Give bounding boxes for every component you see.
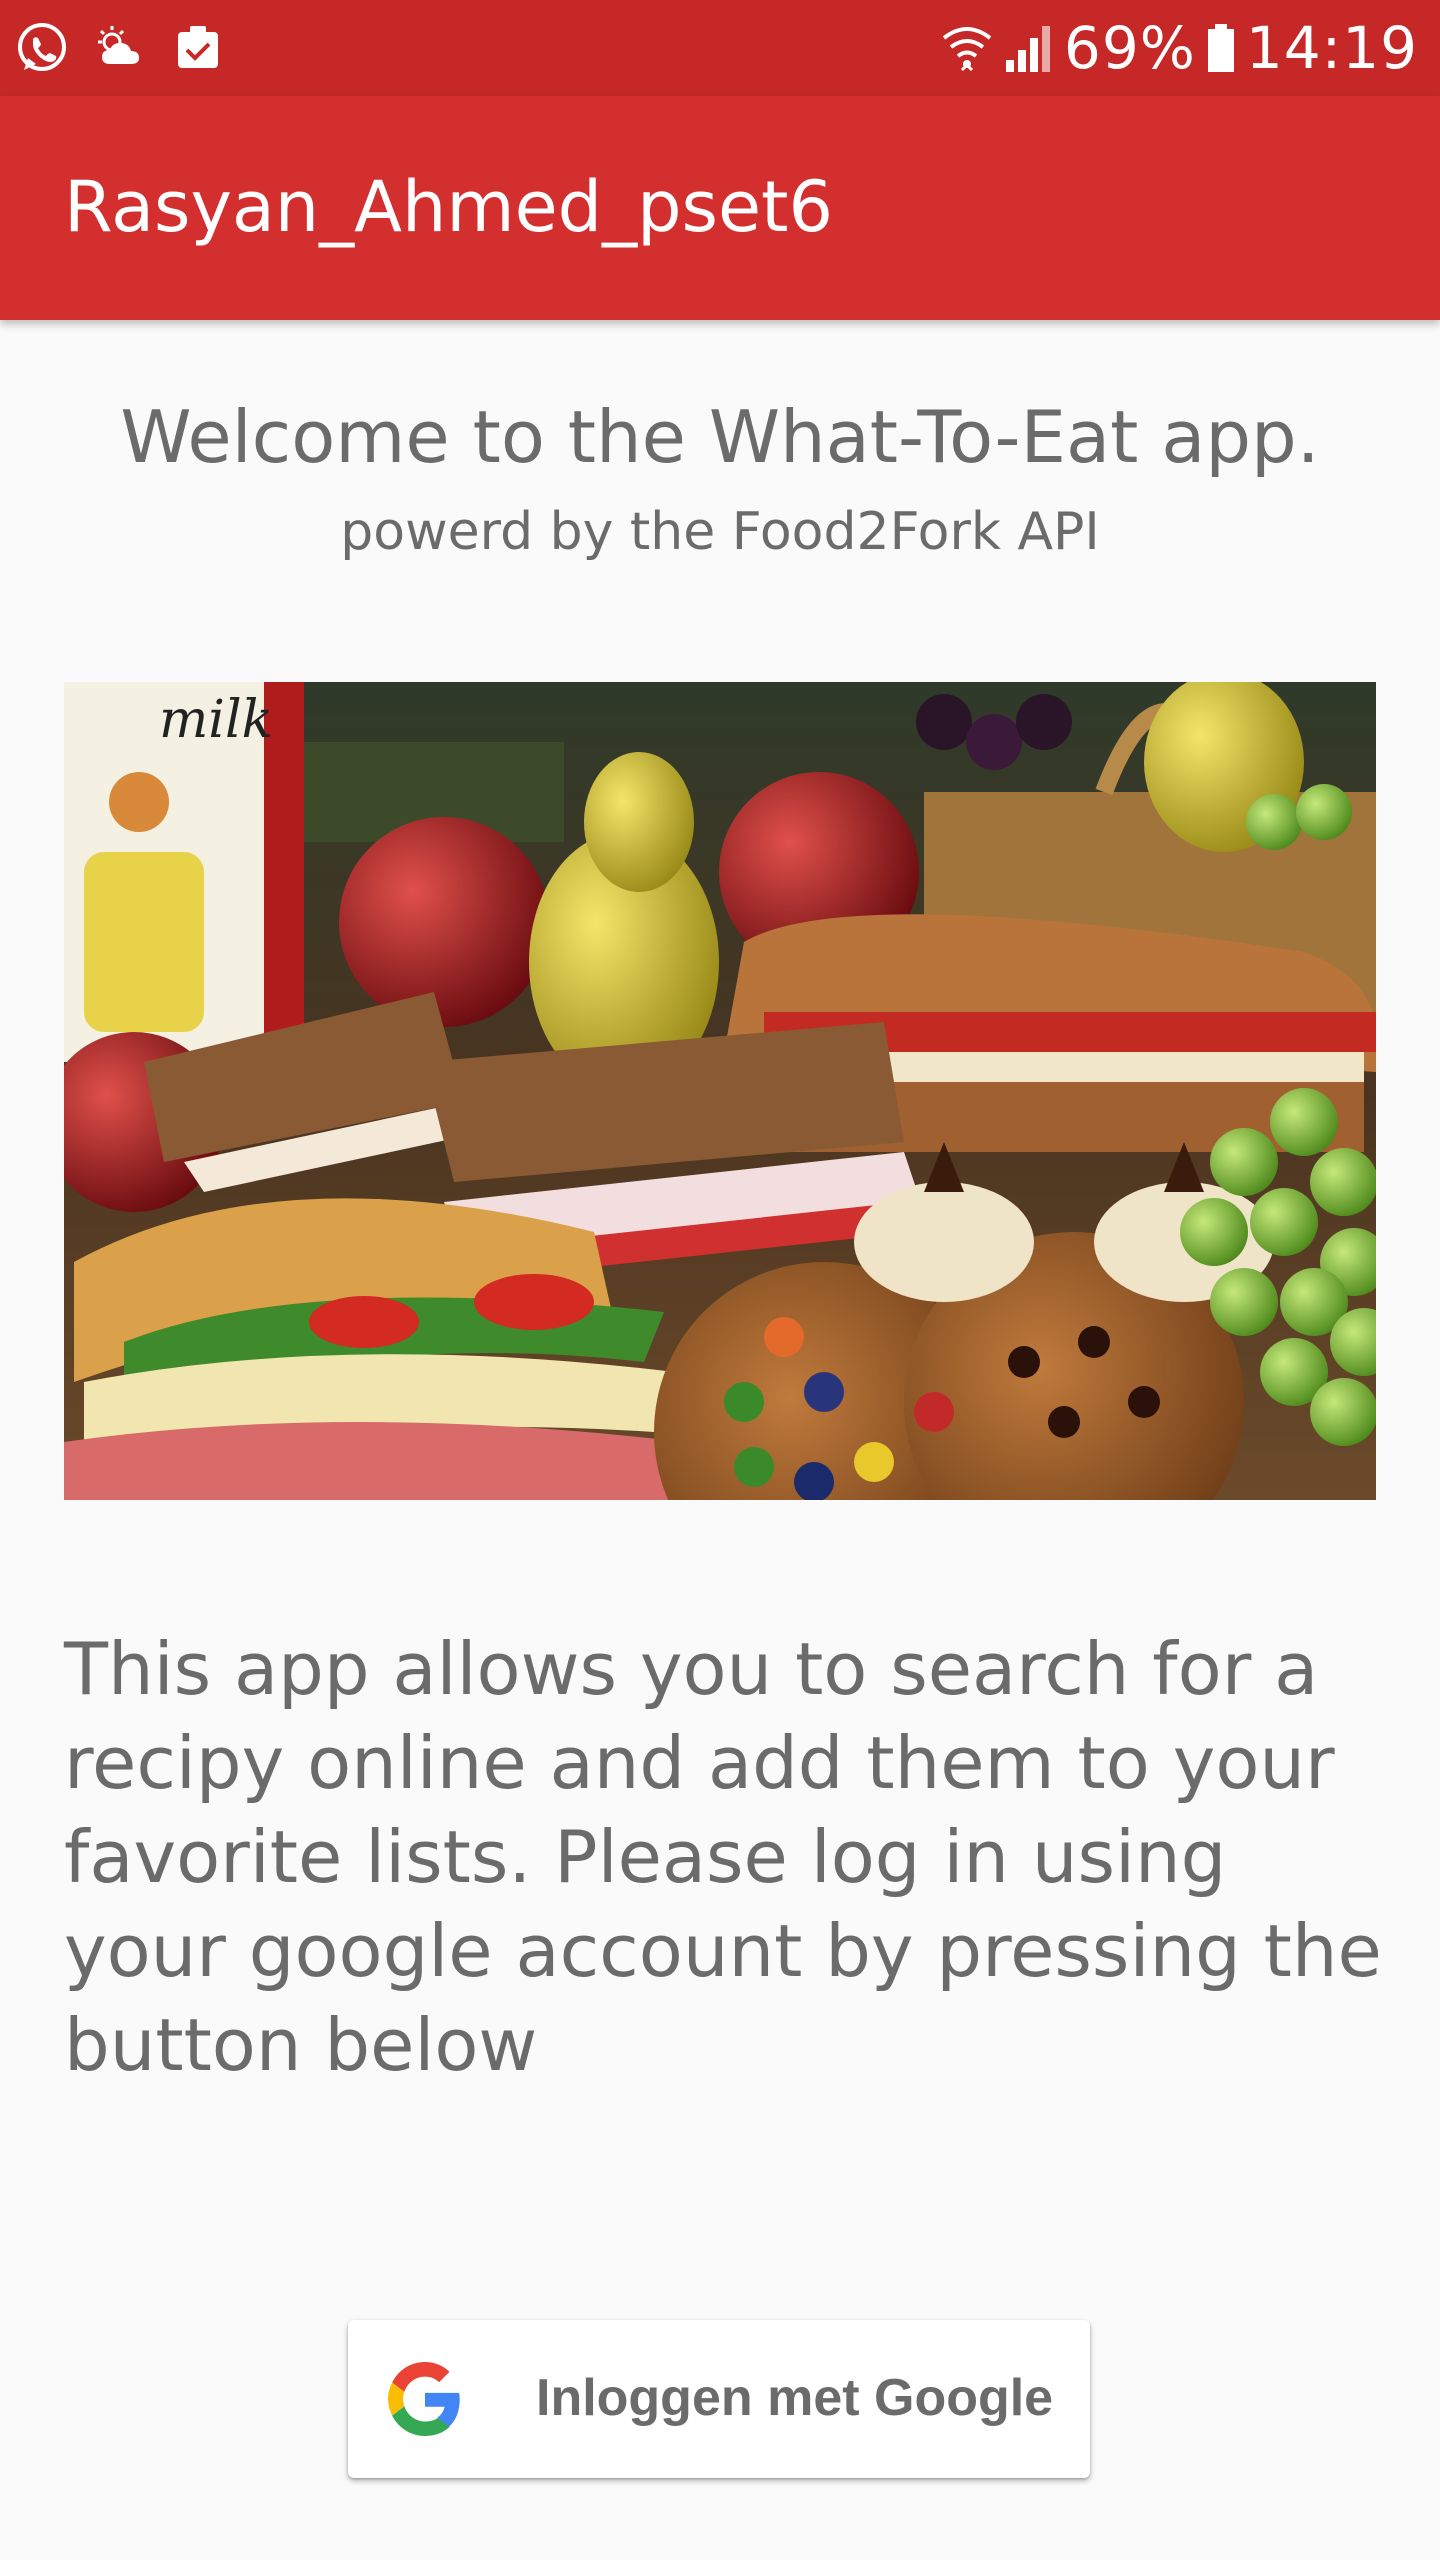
welcome-heading: Welcome to the What-To-Eat app.: [120, 395, 1320, 479]
clipboard-icon: [170, 20, 226, 76]
description-text: This app allows you to search for a reci…: [64, 1627, 1382, 2087]
google-icon: [388, 2362, 462, 2436]
app-bar: Rasyan_Ahmed_pset6: [0, 96, 1440, 320]
powered-by-text: powerd by the Food2Fork API: [340, 502, 1100, 562]
app-title: Rasyan_Ahmed_pset6: [64, 166, 834, 248]
battery-icon: [1206, 20, 1236, 76]
wifi-icon: [940, 20, 994, 76]
weather-icon: [92, 20, 148, 76]
whatsapp-icon: [14, 20, 70, 76]
google-sign-in-label: Inloggen met Google: [536, 2369, 1054, 2427]
food-image: milk: [64, 682, 1376, 1500]
battery-percent: 69%: [1063, 14, 1196, 82]
google-sign-in-button[interactable]: Inloggen met Google: [348, 2320, 1090, 2478]
clock: 14:19: [1245, 14, 1418, 82]
status-left-icons: [14, 18, 226, 78]
svg-text:milk: milk: [159, 690, 273, 750]
status-right: 69% 14:19: [940, 14, 1418, 82]
status-bar: 69% 14:19: [0, 0, 1440, 96]
signal-icon: [1004, 20, 1054, 76]
